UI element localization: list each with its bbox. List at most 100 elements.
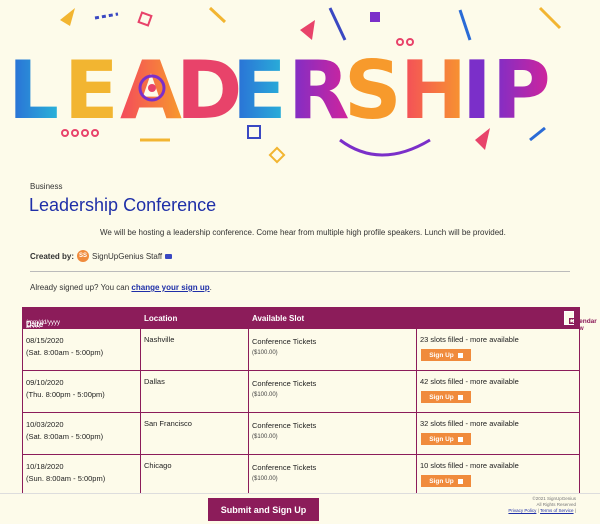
table-header: Date (mm/dd/yyyy EDT) Location Available…	[23, 308, 597, 332]
slot-location: San Francisco	[144, 419, 192, 428]
calendar-view-button[interactable]: Calendar View	[564, 311, 597, 332]
slot-name: Conference Tickets	[252, 463, 317, 472]
target-icon	[148, 84, 156, 92]
slot-price: ($100.00)	[252, 392, 278, 398]
already-signed-up: Already signed up? You can change your s…	[30, 283, 212, 292]
slot-date-value: 08/15/2020	[26, 336, 64, 345]
creator-name: SignUpGenius Staff	[92, 251, 163, 261]
submit-button[interactable]: Submit and Sign Up	[208, 498, 319, 521]
slots-table: Date (mm/dd/yyyy EDT) Location Available…	[22, 307, 597, 497]
square-icon	[370, 12, 380, 22]
slot-date: 08/15/2020 (Sat. 8:00am - 5:00pm)	[26, 335, 103, 359]
square-icon	[137, 11, 153, 27]
slot-price: ($100.00)	[252, 476, 278, 482]
column-divider	[248, 455, 249, 496]
description: We will be hosting a leadership conferen…	[100, 228, 506, 237]
slot-date: 10/18/2020 (Sun. 8:00am - 5:00pm)	[26, 461, 105, 485]
slot-time: (Sun. 8:00am - 5:00pm)	[26, 474, 106, 483]
table-row: 10/03/2020 (Sat. 8:00am - 5:00pm) San Fran…	[23, 412, 579, 454]
creator-label: Created by:	[30, 251, 75, 261]
banner-letter: R	[288, 44, 350, 137]
slash-icon	[538, 6, 562, 30]
slot-location: Nashville	[144, 335, 175, 344]
column-divider	[416, 413, 417, 454]
table-row: 08/15/2020 (Sat. 8:00am - 5:00pm) Nashvill…	[23, 328, 579, 370]
column-divider	[416, 329, 417, 370]
slash-icon	[208, 6, 227, 24]
leadership-banner: L E A D E R S H I P	[8, 6, 562, 164]
column-divider	[140, 455, 141, 496]
creator: Created by: SS SignUpGenius Staff	[30, 250, 173, 262]
slot-filled: 10 slots filled - more available	[420, 461, 519, 470]
slot-location: Dallas	[144, 377, 165, 386]
slot-name: Conference Tickets	[252, 379, 317, 388]
column-divider	[416, 455, 417, 496]
slot-filled: 23 slots filled - more available	[420, 335, 519, 344]
divider	[30, 271, 570, 272]
category-label: Business	[30, 182, 63, 191]
slot-price: ($100.00)	[252, 434, 278, 440]
sign-up-label: Sign Up	[429, 435, 454, 443]
sign-up-label: Sign Up	[429, 477, 454, 485]
slot-time: (Sat. 8:00am - 5:00pm)	[26, 348, 104, 357]
sign-up-label: Sign Up	[429, 351, 454, 359]
slot-date-value: 09/10/2020	[26, 378, 64, 387]
slot-date: 09/10/2020 (Thu. 8:00pm - 5:00pm)	[26, 377, 105, 401]
sign-up-button[interactable]: Sign Up	[421, 433, 471, 445]
slash-icon	[458, 9, 472, 41]
banner-letter: I	[462, 44, 492, 137]
table-row: 10/18/2020 (Sun. 8:00am - 5:00pm) Chicago C…	[23, 454, 579, 496]
avatar: SS	[77, 250, 90, 262]
sign-up-button[interactable]: Sign Up	[421, 391, 471, 403]
banner-letter: P	[492, 44, 551, 137]
terms-link[interactable]: Terms of Service	[540, 508, 574, 513]
column-divider	[140, 413, 141, 454]
banner-letter: E	[64, 44, 119, 137]
dash-line-icon	[94, 12, 119, 20]
change-signup-link[interactable]: change your sign up	[131, 283, 209, 292]
checkbox-icon	[457, 352, 463, 358]
header-slot: Available Slot	[252, 314, 305, 323]
slot-date-value: 10/03/2020	[26, 420, 64, 429]
separator: |	[574, 508, 576, 513]
column-divider	[248, 329, 249, 370]
sign-up-label: Sign Up	[429, 393, 454, 401]
column-divider	[248, 371, 249, 412]
banner-letter: L	[8, 44, 59, 137]
mail-icon[interactable]	[165, 253, 173, 259]
slot-time: (Thu. 8:00pm - 5:00pm)	[26, 390, 105, 399]
checkbox-icon	[457, 436, 463, 442]
banner-letter: E	[232, 44, 287, 137]
slot-filled: 42 slots filled - more available	[420, 377, 519, 386]
triangle-icon	[60, 8, 75, 26]
slot-filled: 32 slots filled - more available	[420, 419, 519, 428]
diamond-icon	[268, 146, 286, 164]
table-row: 09/10/2020 (Thu. 8:00pm - 5:00pm) Dallas Co…	[23, 370, 579, 412]
slot-date: 10/03/2020 (Sat. 8:00am - 5:00pm)	[26, 419, 103, 443]
banner-letter: H	[400, 44, 467, 137]
column-divider	[140, 329, 141, 370]
banner-letter: S	[344, 44, 402, 137]
slash-icon	[328, 7, 347, 41]
legal: ©2021 SignUpGenius All Rights Reserved P…	[508, 496, 576, 514]
column-divider	[140, 371, 141, 412]
slot-name: Conference Tickets	[252, 337, 317, 346]
sign-up-button[interactable]: Sign Up	[421, 475, 471, 487]
slot-price: ($100.00)	[252, 350, 278, 356]
privacy-link[interactable]: Privacy Policy	[508, 508, 536, 513]
sign-up-button[interactable]: Sign Up	[421, 349, 471, 361]
page-title: Leadership Conference	[29, 195, 217, 215]
separator: |	[537, 508, 539, 513]
checkbox-icon	[457, 394, 463, 400]
already-suffix: .	[209, 283, 212, 292]
already-text: Already signed up? You can	[30, 283, 132, 292]
slot-location: Chicago	[144, 461, 172, 470]
arc-icon	[339, 138, 431, 157]
slot-date-value: 10/18/2020	[26, 462, 64, 471]
checkbox-icon	[457, 478, 463, 484]
slot-name: Conference Tickets	[252, 421, 317, 430]
triangle-icon	[300, 20, 315, 40]
column-divider	[248, 413, 249, 454]
header-location: Location	[144, 314, 178, 323]
column-divider	[416, 371, 417, 412]
